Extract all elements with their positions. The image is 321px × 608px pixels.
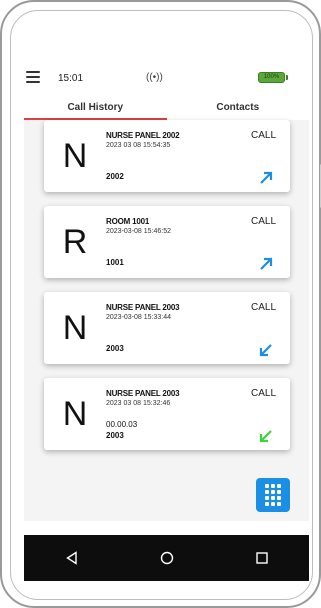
- back-button[interactable]: [52, 543, 92, 573]
- navigation-bar: [24, 535, 309, 581]
- answered-arrow-icon: [259, 430, 272, 443]
- call-number: 2003: [106, 431, 124, 440]
- status-time: 15:01: [58, 73, 84, 84]
- call-number: 1001: [106, 258, 124, 267]
- dialpad-icon: [265, 484, 269, 488]
- avatar: R: [62, 222, 88, 261]
- call-name: NURSE PANEL 2003: [106, 303, 180, 312]
- call-name: ROOM 1001: [106, 217, 150, 226]
- tab-bar: Call History Contacts: [24, 98, 309, 120]
- call-item[interactable]: N NURSE PANEL 2002 2023 03 08 15:54:35 2…: [44, 120, 290, 192]
- avatar: N: [62, 136, 88, 175]
- home-button[interactable]: [147, 543, 187, 573]
- home-icon: [160, 551, 173, 565]
- screen: 15:01 ((•)) 100% Call History Contacts N…: [24, 62, 309, 581]
- call-item[interactable]: N NURSE PANEL 2003 2023 03 08 15:32:46 0…: [44, 378, 290, 450]
- call-duration: 00.00.03: [106, 420, 138, 429]
- call-item[interactable]: N NURSE PANEL 2003 2023-03-08 15:33:44 2…: [44, 292, 290, 364]
- menu-icon[interactable]: [26, 71, 40, 83]
- tab-call-history[interactable]: Call History: [24, 98, 167, 120]
- status-bar: 15:01 ((•)) 100%: [24, 62, 309, 96]
- recents-icon: [255, 552, 268, 564]
- incoming-arrow-icon: [259, 344, 272, 357]
- recents-button[interactable]: [242, 543, 282, 573]
- signal-icon: ((•)): [146, 72, 163, 83]
- dialpad-button[interactable]: [256, 478, 290, 512]
- call-history-list[interactable]: N NURSE PANEL 2002 2023 03 08 15:54:35 2…: [24, 120, 309, 521]
- outgoing-arrow-icon: [260, 257, 273, 270]
- call-type: CALL: [250, 388, 276, 399]
- call-timestamp: 2023 03 08 15:54:35: [106, 142, 171, 149]
- call-type: CALL: [250, 302, 276, 313]
- call-name: NURSE PANEL 2002: [106, 131, 180, 140]
- call-number: 2003: [106, 344, 124, 353]
- call-timestamp: 2023-03-08 15:46:52: [106, 228, 171, 235]
- avatar: N: [62, 308, 88, 347]
- call-timestamp: 2023 03 08 15:32:46: [106, 400, 171, 407]
- outgoing-arrow-icon: [260, 171, 273, 184]
- call-type: CALL: [250, 216, 276, 227]
- battery-icon: 100%: [258, 72, 288, 83]
- avatar: N: [62, 394, 88, 433]
- call-item[interactable]: R ROOM 1001 2023-03-08 15:46:52 1001 CAL…: [44, 206, 290, 278]
- tab-contacts[interactable]: Contacts: [167, 98, 310, 120]
- back-icon: [65, 551, 77, 565]
- call-name: NURSE PANEL 2003: [106, 389, 180, 398]
- phone-frame: 15:01 ((•)) 100% Call History Contacts N…: [0, 0, 321, 608]
- call-timestamp: 2023-03-08 15:33:44: [106, 314, 171, 321]
- call-number: 2002: [106, 172, 124, 181]
- call-type: CALL: [250, 130, 276, 141]
